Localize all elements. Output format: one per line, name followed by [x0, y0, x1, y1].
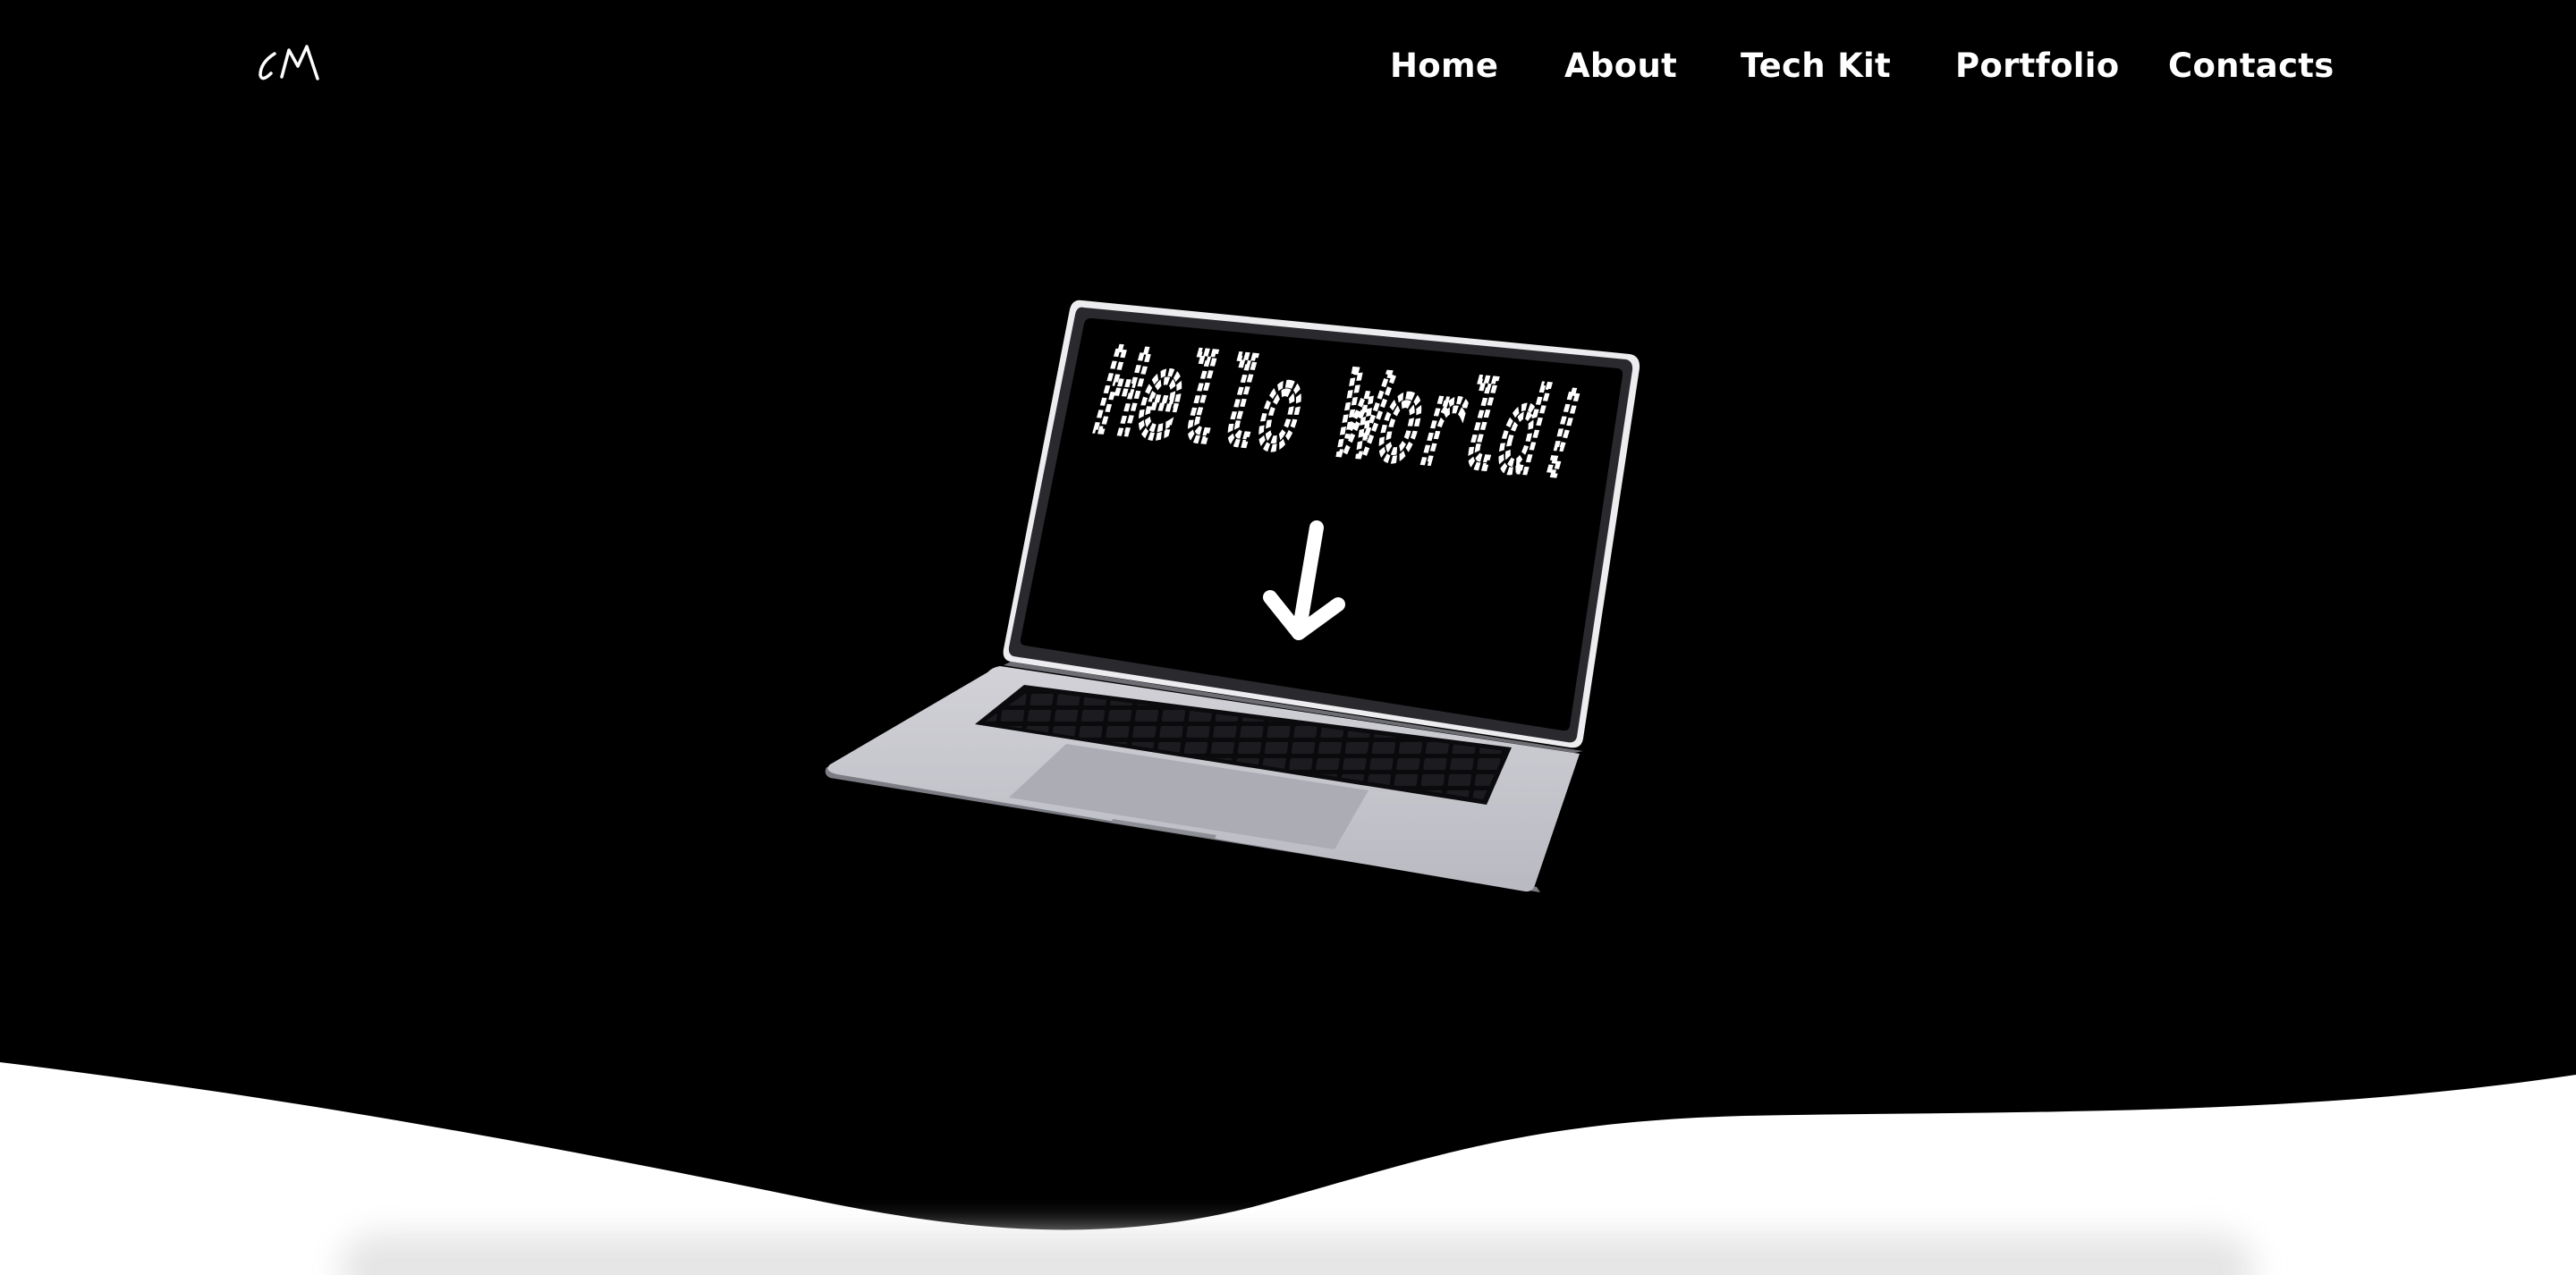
logo[interactable] [255, 38, 326, 91]
nav-contacts[interactable]: Contacts [2168, 43, 2334, 89]
nav-tech-kit[interactable]: Tech Kit [1741, 43, 1891, 89]
nav-home[interactable]: Home [1390, 43, 1498, 89]
laptop-illustration: Hello World! [825, 300, 1640, 892]
page: Hello World! Home About Tech Kit Portfol… [0, 0, 2576, 1275]
nav-about[interactable]: About [1564, 43, 1677, 89]
nav-portfolio[interactable]: Portfolio [1955, 43, 2119, 89]
navbar: Home About Tech Kit Portfolio Contacts [0, 0, 2576, 134]
signature-logo-icon [258, 45, 319, 80]
